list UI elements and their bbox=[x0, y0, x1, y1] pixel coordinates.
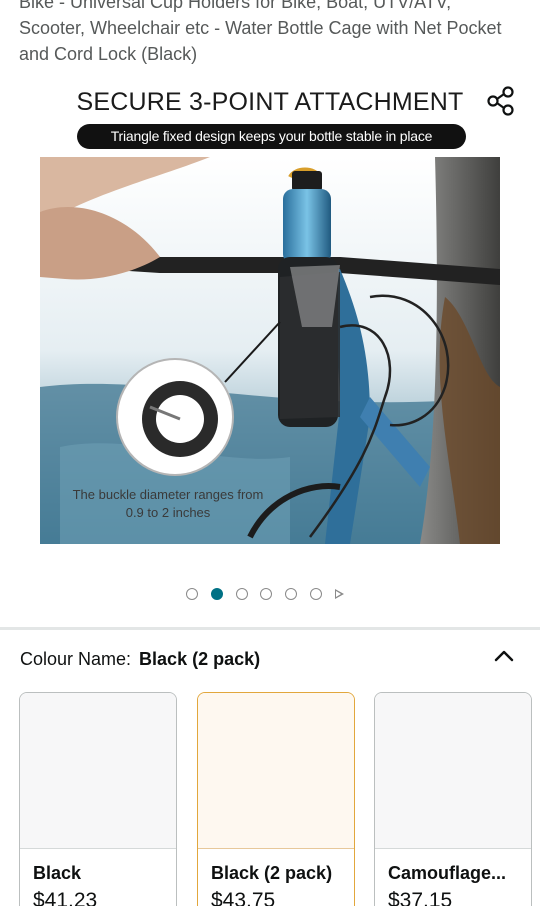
chevron-up-icon[interactable] bbox=[492, 645, 516, 665]
swatch-black[interactable]: Black $41.23 bbox=[19, 692, 177, 906]
section-divider bbox=[0, 627, 540, 630]
swatch-black-2-pack[interactable]: Black (2 pack) $43.75 bbox=[197, 692, 355, 906]
share-icon[interactable] bbox=[484, 84, 518, 118]
swatch-name: Black bbox=[33, 863, 82, 883]
swatch-image bbox=[20, 693, 176, 849]
swatch-image bbox=[198, 693, 354, 849]
variant-label: Colour Name: bbox=[20, 649, 132, 669]
swatch-image bbox=[375, 693, 531, 849]
carousel-dot[interactable] bbox=[285, 588, 298, 600]
variant-selector-header[interactable]: Colour Name: Black (2 pack) bbox=[20, 648, 260, 670]
swatch-camouflage[interactable]: Camouflage... $37.15 bbox=[374, 692, 532, 906]
variant-value: Black (2 pack) bbox=[139, 649, 261, 669]
carousel-dot[interactable] bbox=[235, 588, 248, 600]
swatch-name: Black (2 pack) bbox=[211, 863, 333, 883]
image-caption: The buckle diameter ranges from 0.9 to 2… bbox=[72, 487, 264, 520]
carousel-dot[interactable] bbox=[260, 588, 273, 600]
swatch-name: Camouflage... bbox=[388, 863, 507, 883]
swatch-price: $37.15 bbox=[388, 889, 453, 906]
carousel-dot-active[interactable] bbox=[210, 588, 223, 600]
play-arrow-icon[interactable] bbox=[334, 589, 344, 599]
product-title: Bike - Universal Cup Holders for Bike, B… bbox=[19, 0, 502, 64]
product-image[interactable]: SECURE 3-POINT ATTACHMENT Triangle fixed… bbox=[40, 84, 500, 544]
swatch-price: $43.75 bbox=[211, 889, 276, 906]
carousel-dot[interactable] bbox=[186, 588, 198, 600]
carousel-dot[interactable] bbox=[309, 588, 322, 600]
image-banner: Triangle fixed design keeps your bottle … bbox=[77, 124, 466, 149]
carousel-dots bbox=[186, 587, 344, 601]
image-headline: SECURE 3-POINT ATTACHMENT bbox=[76, 88, 464, 116]
swatch-price: $41.23 bbox=[33, 889, 98, 906]
